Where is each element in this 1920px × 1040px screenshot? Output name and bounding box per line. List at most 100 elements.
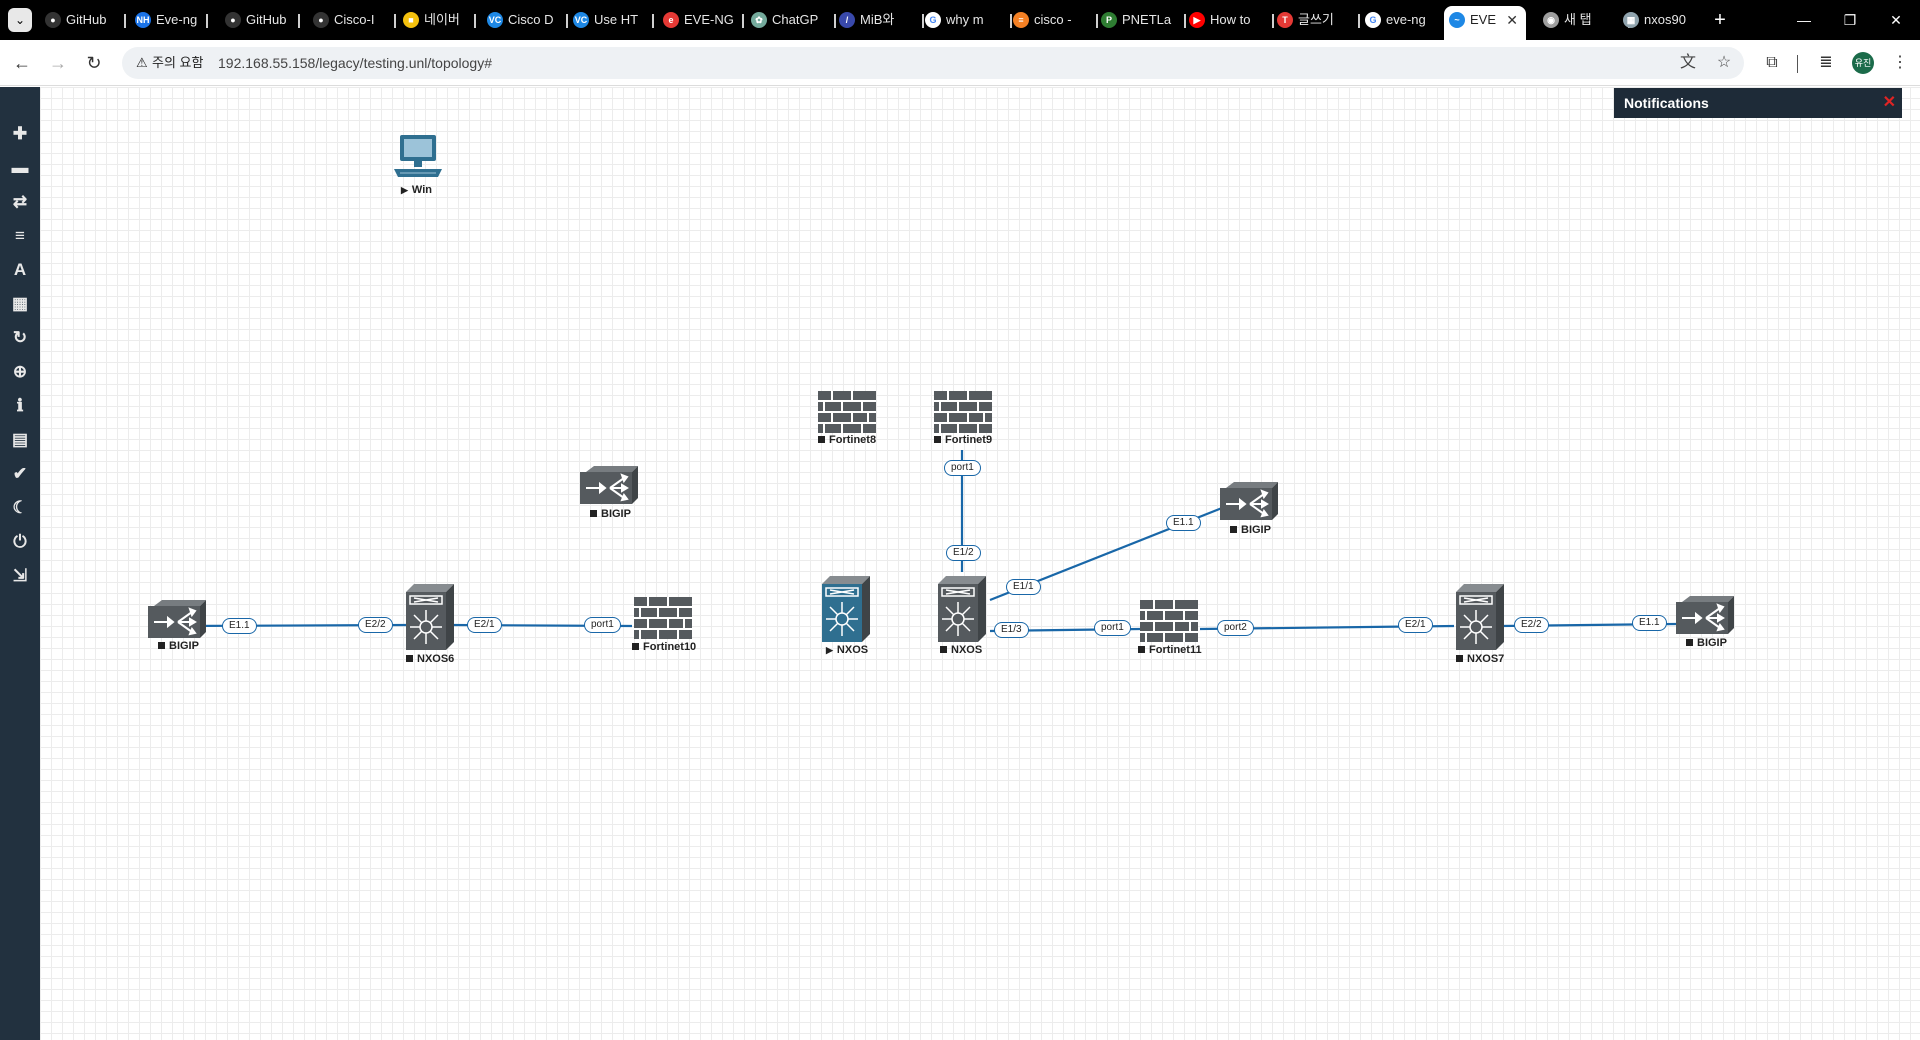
- interface-label[interactable]: E2/2: [1514, 617, 1549, 633]
- browser-tab[interactable]: P PNETLa: [1096, 6, 1180, 34]
- interface-label[interactable]: E1.1: [1166, 515, 1201, 531]
- sidebar-startup-configs-icon[interactable]: ≡: [0, 221, 40, 251]
- browser-tab[interactable]: Gwhy m: [920, 6, 1006, 34]
- node-label[interactable]: BIGIP: [1686, 637, 1727, 649]
- browser-menu-icon[interactable]: ⋮: [1886, 49, 1914, 77]
- interface-label[interactable]: E2/1: [1398, 617, 1433, 633]
- node-fortinet8[interactable]: [818, 391, 876, 438]
- sidebar-text-objects-icon[interactable]: A: [0, 255, 40, 285]
- browser-tab[interactable]: Geve-ng: [1360, 6, 1440, 34]
- node-name: Fortinet10: [643, 641, 697, 653]
- sidebar-lab-details-icon[interactable]: ℹ: [0, 391, 40, 421]
- sidebar-refresh-icon[interactable]: ↻: [0, 323, 40, 353]
- interface-label[interactable]: E1/3: [994, 622, 1029, 638]
- node-label[interactable]: Fortinet8: [818, 434, 876, 446]
- node-label[interactable]: BIGIP: [1230, 524, 1271, 536]
- sidebar-dark-mode-icon[interactable]: ☾: [0, 493, 40, 523]
- browser-tab[interactable]: e EVE-NG: [658, 6, 738, 34]
- address-bar[interactable]: ⚠ 주의 요함 192.168.55.158/legacy/testing.un…: [122, 47, 1744, 79]
- node-label[interactable]: BIGIP: [590, 508, 631, 520]
- node-fortinet9[interactable]: [934, 391, 992, 438]
- node-nxos7[interactable]: [1456, 584, 1504, 655]
- node-nxos-blue[interactable]: [822, 576, 870, 647]
- node-nxos[interactable]: [938, 576, 986, 647]
- reload-icon[interactable]: ↻: [80, 49, 108, 77]
- translate-icon[interactable]: 文: [1676, 51, 1700, 75]
- interface-label[interactable]: E2/1: [467, 617, 502, 633]
- node-label[interactable]: Fortinet10: [632, 641, 696, 653]
- browser-tab[interactable]: ▶ How to: [1184, 6, 1268, 34]
- interface-label[interactable]: port2: [1217, 620, 1254, 636]
- minimize-icon[interactable]: —: [1784, 6, 1824, 34]
- sidebar-zoom-icon[interactable]: ⊕: [0, 357, 40, 387]
- browser-tab[interactable]: T 글쓰기: [1272, 6, 1354, 34]
- sidebar-add-object-icon[interactable]: ✚: [0, 119, 40, 149]
- interface-label[interactable]: port1: [1094, 620, 1131, 636]
- interface-label[interactable]: port1: [584, 617, 621, 633]
- browser-tab[interactable]: ▦ nxos90: [1618, 6, 1698, 34]
- node-label[interactable]: ▶ Win: [401, 184, 432, 196]
- interface-label[interactable]: E1/2: [946, 545, 981, 561]
- sidebar-logout-icon[interactable]: ⇲: [0, 561, 40, 591]
- tab-close-icon[interactable]: ✕: [1506, 6, 1518, 34]
- node-label[interactable]: BIGIP: [158, 640, 199, 652]
- security-warning-chip[interactable]: ⚠ 주의 요함: [130, 51, 213, 75]
- browser-tab[interactable]: ≡ cisco -: [1008, 6, 1092, 34]
- interface-label[interactable]: port1: [944, 460, 981, 476]
- browser-tab[interactable]: / MiB와: [834, 6, 918, 34]
- sidebar-pictures-icon[interactable]: ▦: [0, 289, 40, 319]
- interface-label[interactable]: E1.1: [222, 618, 257, 634]
- node-bigip1[interactable]: [148, 600, 206, 645]
- browser-tab[interactable]: ~ EVE ✕: [1444, 6, 1526, 40]
- sidebar-nodes-icon[interactable]: ▬: [0, 153, 40, 183]
- node-win[interactable]: [392, 133, 444, 184]
- node-bigip3[interactable]: [1220, 482, 1278, 527]
- bookmark-star-icon[interactable]: ☆: [1712, 51, 1736, 75]
- node-label[interactable]: Fortinet11: [1138, 644, 1202, 656]
- node-label[interactable]: Fortinet9: [934, 434, 992, 446]
- reading-list-icon[interactable]: ≣: [1812, 49, 1840, 77]
- browser-tab[interactable]: ◉ 새 탭: [1538, 6, 1624, 34]
- node-label[interactable]: ▶ NXOS: [826, 644, 868, 656]
- tab-title: eve-ng: [1386, 12, 1426, 27]
- node-label[interactable]: NXOS6: [406, 653, 454, 665]
- node-bigip4[interactable]: [1676, 596, 1734, 641]
- restore-icon[interactable]: ❐: [1830, 6, 1870, 34]
- interface-label[interactable]: E2/2: [358, 617, 393, 633]
- profile-avatar[interactable]: 유진: [1852, 52, 1874, 74]
- interface-label[interactable]: E1.1: [1632, 615, 1667, 631]
- sidebar-close-lab-icon[interactable]: ⏻: [0, 527, 40, 557]
- browser-tab[interactable]: VC Use HT: [568, 6, 648, 34]
- browser-tab[interactable]: VC Cisco D: [482, 6, 562, 34]
- tab-title: nxos90: [1644, 12, 1686, 27]
- browser-tab[interactable]: ● Cisco-I: [308, 6, 390, 34]
- browser-tab[interactable]: ✿ ChatGP: [746, 6, 830, 34]
- stopped-state-icon: [818, 436, 825, 443]
- tab-title: Cisco D: [508, 12, 554, 27]
- node-label[interactable]: NXOS7: [1456, 653, 1504, 665]
- node-fortinet10[interactable]: [634, 597, 692, 644]
- browser-tab[interactable]: ● GitHub: [40, 6, 120, 34]
- notifications-close-icon[interactable]: ✕: [1883, 88, 1896, 118]
- sidebar-networks-icon[interactable]: ⇄: [0, 187, 40, 217]
- interface-label[interactable]: E1/1: [1006, 579, 1041, 595]
- topology-canvas[interactable]: [40, 87, 1920, 1040]
- nexus-switch-icon: [406, 584, 454, 654]
- extensions-puzzle-icon[interactable]: ⧉: [1758, 49, 1786, 77]
- browser-tab[interactable]: NH Eve-ng: [130, 6, 202, 34]
- forward-arrow-icon[interactable]: →: [44, 49, 72, 77]
- new-tab-button[interactable]: +: [1706, 6, 1734, 34]
- sidebar-workbook-icon[interactable]: ▤: [0, 425, 40, 455]
- node-bigip2[interactable]: [580, 466, 638, 511]
- back-arrow-icon[interactable]: ←: [8, 49, 36, 77]
- node-label[interactable]: NXOS: [940, 644, 982, 656]
- browser-tab[interactable]: ■ 네이버: [398, 6, 470, 34]
- browser-tab[interactable]: ● GitHub: [220, 6, 294, 34]
- sidebar-status-icon[interactable]: ✔: [0, 459, 40, 489]
- stopped-state-icon: [940, 646, 947, 653]
- window-close-icon[interactable]: ✕: [1876, 6, 1916, 34]
- node-fortinet11[interactable]: [1140, 600, 1198, 647]
- url-text[interactable]: 192.168.55.158/legacy/testing.unl/topolo…: [218, 47, 492, 79]
- tab-search-chevron-icon[interactable]: ⌄: [8, 8, 32, 32]
- node-nxos6[interactable]: [406, 584, 454, 655]
